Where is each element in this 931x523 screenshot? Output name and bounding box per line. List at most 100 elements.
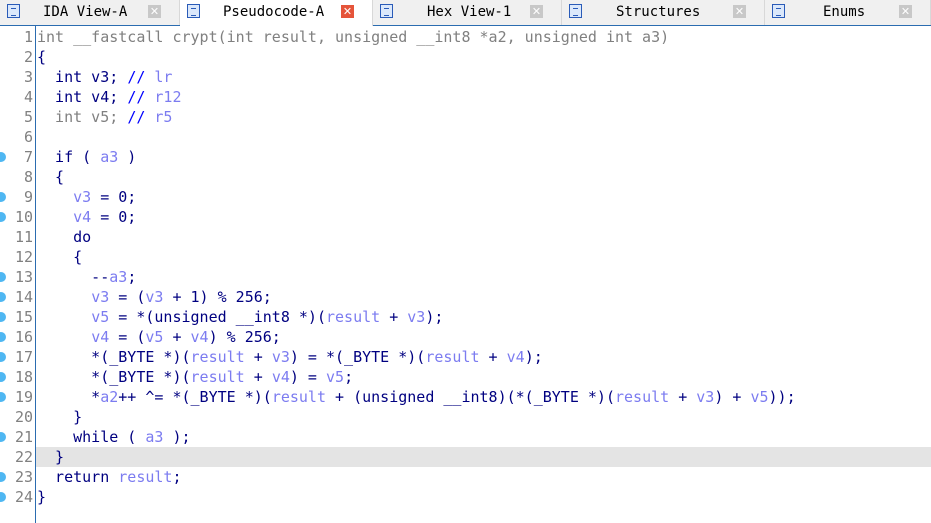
line-number: 6 bbox=[23, 128, 33, 146]
close-icon[interactable]: ✕ bbox=[341, 5, 354, 18]
code-line[interactable]: 4 int v4; // r12 bbox=[0, 87, 931, 107]
code-text: v4 = 0; bbox=[37, 207, 136, 227]
code-line[interactable]: 15 v5 = *(unsigned __int8 *)(result + v3… bbox=[0, 307, 931, 327]
line-number: 17 bbox=[14, 348, 33, 366]
pseudocode-view[interactable]: 1 int __fastcall crypt(int result, unsign… bbox=[0, 26, 931, 523]
code-line[interactable]: 6 bbox=[0, 127, 931, 147]
line-number: 14 bbox=[14, 288, 33, 306]
code-line[interactable]: 13 --a3; bbox=[0, 267, 931, 287]
code-token: if ( bbox=[37, 148, 101, 166]
tab-structures[interactable]: Structures ✕ bbox=[562, 0, 765, 25]
code-line[interactable]: 19 *a2++ ^= *(_BYTE *)(result + (unsigne… bbox=[0, 387, 931, 407]
code-text: v4 = (v5 + v4) % 256; bbox=[37, 327, 281, 347]
code-text: *(_BYTE *)(result + v4) = v5; bbox=[37, 367, 353, 387]
code-text: while ( a3 ); bbox=[37, 427, 190, 447]
code-line[interactable]: 23 return result; bbox=[0, 467, 931, 487]
code-token: + bbox=[479, 348, 507, 366]
line-number: 19 bbox=[14, 388, 33, 406]
code-line[interactable]: 16 v4 = (v5 + v4) % 256; bbox=[0, 327, 931, 347]
code-line[interactable]: 7 if ( a3 ) bbox=[0, 147, 931, 167]
code-text: { bbox=[37, 167, 64, 187]
line-number: 9 bbox=[23, 188, 33, 206]
close-icon[interactable]: ✕ bbox=[899, 5, 912, 18]
code-line[interactable]: 14 v3 = (v3 + 1) % 256; bbox=[0, 287, 931, 307]
code-token: result bbox=[118, 468, 173, 486]
code-text: } bbox=[37, 487, 46, 507]
code-token: { bbox=[37, 168, 65, 186]
tab-pseudocode-a[interactable]: Pseudocode-A ✕ bbox=[180, 0, 373, 26]
code-token: ) bbox=[118, 148, 137, 166]
code-line[interactable]: 20 } bbox=[0, 407, 931, 427]
code-line[interactable]: 24} bbox=[0, 487, 931, 507]
code-line[interactable]: 21 while ( a3 ); bbox=[0, 427, 931, 447]
code-text: int v3; // lr bbox=[37, 67, 172, 87]
code-text: { bbox=[37, 47, 46, 67]
code-line[interactable]: 1 int __fastcall crypt(int result, unsign… bbox=[0, 27, 931, 47]
code-line[interactable]: 2{ bbox=[0, 47, 931, 67]
code-token: int v5; bbox=[37, 108, 128, 126]
code-token: + bbox=[669, 388, 697, 406]
line-number: 15 bbox=[14, 308, 33, 326]
hex-icon bbox=[380, 4, 393, 18]
close-icon[interactable]: ✕ bbox=[530, 5, 543, 18]
code-line[interactable]: 3 int v3; // lr bbox=[0, 67, 931, 87]
code-token: + bbox=[380, 308, 408, 326]
code-token: + bbox=[244, 368, 272, 386]
code-line[interactable]: 10 v4 = 0; bbox=[0, 207, 931, 227]
structures-icon bbox=[569, 4, 582, 18]
code-token: result bbox=[614, 388, 670, 406]
code-token: int v4; bbox=[37, 88, 128, 106]
code-token: // bbox=[127, 108, 155, 126]
code-text: v3 = 0; bbox=[37, 187, 136, 207]
code-token: ++ ^= *(_BYTE *)( bbox=[118, 388, 272, 406]
tab-hex-view-1[interactable]: Hex View-1 ✕ bbox=[373, 0, 562, 25]
line-number: 21 bbox=[14, 428, 33, 446]
code-line[interactable]: 9 v3 = 0; bbox=[0, 187, 931, 207]
tab-label: IDA View-A bbox=[43, 4, 128, 20]
line-number: 4 bbox=[23, 88, 33, 106]
tab-label: Pseudocode-A bbox=[223, 4, 325, 20]
close-icon[interactable]: ✕ bbox=[733, 5, 746, 18]
code-line[interactable]: 8 { bbox=[0, 167, 931, 187]
code-token: v4 bbox=[271, 368, 290, 386]
line-number: 5 bbox=[23, 108, 33, 126]
code-line[interactable]: 11 do bbox=[0, 227, 931, 247]
code-token: ); bbox=[524, 348, 543, 366]
tab-enums[interactable]: Enums ✕ bbox=[765, 0, 931, 25]
disassembly-icon bbox=[7, 4, 20, 18]
code-text: *a2++ ^= *(_BYTE *)(result + (unsigned _… bbox=[37, 387, 795, 407]
code-token: ; bbox=[172, 468, 182, 486]
code-token: a2 bbox=[100, 388, 119, 406]
code-line[interactable]: 18 *(_BYTE *)(result + v4) = v5; bbox=[0, 367, 931, 387]
code-text: int v4; // r12 bbox=[37, 87, 181, 107]
code-token: ; bbox=[344, 368, 354, 386]
code-token: v5 bbox=[326, 368, 345, 386]
code-token: // bbox=[127, 88, 155, 106]
code-token: v4 bbox=[73, 208, 92, 226]
close-icon[interactable]: ✕ bbox=[148, 5, 161, 18]
code-token: do bbox=[37, 228, 92, 246]
code-token: } bbox=[37, 408, 83, 426]
code-line[interactable]: 12 { bbox=[0, 247, 931, 267]
line-number: 1 bbox=[23, 28, 33, 46]
code-token: a3 bbox=[100, 148, 119, 166]
code-token: r5 bbox=[154, 108, 173, 126]
tab-ida-view-a[interactable]: IDA View-A ✕ bbox=[0, 0, 180, 25]
line-number: 20 bbox=[14, 408, 33, 426]
code-line[interactable]: 5 int v5; // r5 bbox=[0, 107, 931, 127]
code-token: v4 bbox=[506, 348, 525, 366]
code-line[interactable]: 17 *(_BYTE *)(result + v3) = *(_BYTE *)(… bbox=[0, 347, 931, 367]
code-text: { bbox=[37, 247, 82, 267]
code-text: int v5; // r5 bbox=[37, 107, 172, 127]
code-token: = ( bbox=[109, 288, 146, 306]
code-token: v3 bbox=[91, 288, 110, 306]
tab-bar: IDA View-A ✕ Pseudocode-A ✕ Hex View-1 ✕… bbox=[0, 0, 931, 26]
line-number: 16 bbox=[14, 328, 33, 346]
code-token: result bbox=[190, 348, 245, 366]
code-line[interactable]: 22 } bbox=[15, 447, 931, 467]
line-number: 7 bbox=[23, 148, 33, 166]
line-number: 8 bbox=[23, 168, 33, 186]
